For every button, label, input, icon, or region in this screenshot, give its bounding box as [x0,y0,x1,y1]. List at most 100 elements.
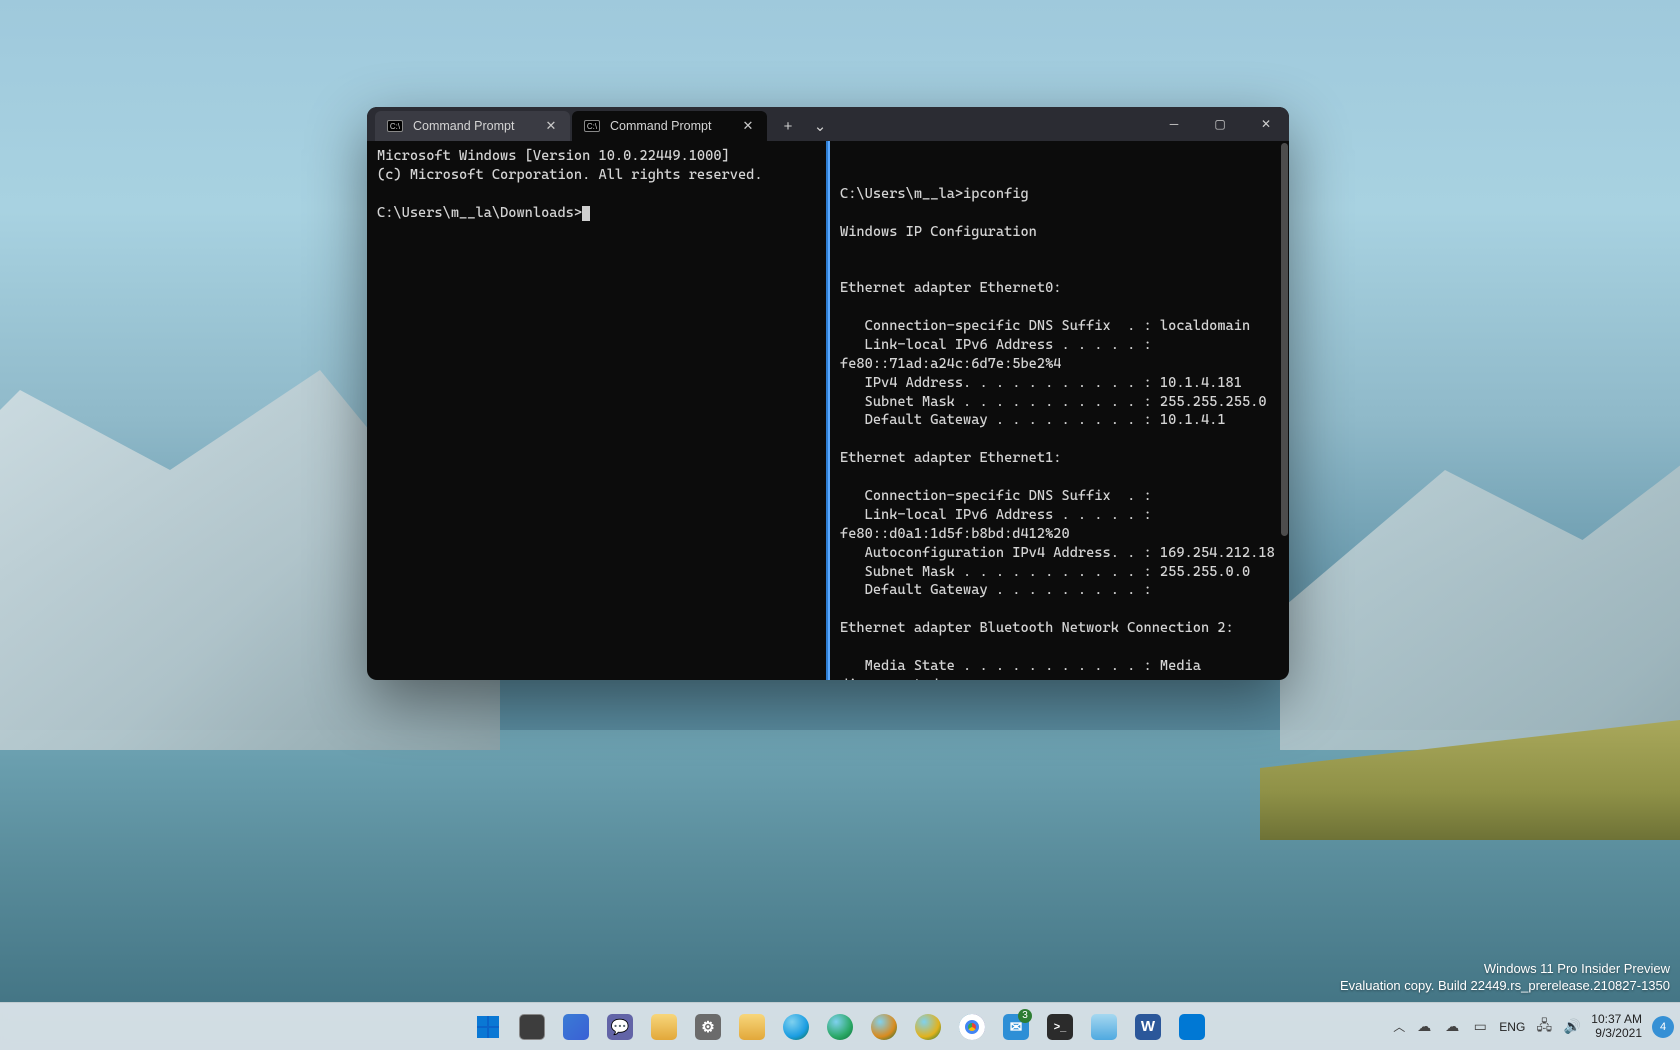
new-tab-button[interactable]: + [773,112,803,140]
terminal-pane-right[interactable]: C:\Users\m__la>ipconfig Windows IP Confi… [828,141,1289,680]
terminal-line: Link-local IPv6 Address . . . . . : fe80… [840,506,1279,544]
desktop-watermark: Windows 11 Pro Insider Preview Evaluatio… [1340,960,1670,995]
terminal-line: Subnet Mask . . . . . . . . . . . : 255.… [840,563,1279,582]
vscode-icon [1179,1014,1205,1040]
taskbar-item-notepad[interactable] [1084,1007,1124,1047]
badge: 3 [1018,1009,1032,1023]
terminal-line [377,185,816,204]
network-icon[interactable]: 🖧 [1535,1015,1553,1039]
terminal-line: Microsoft Windows [Version 10.0.22449.10… [377,147,816,166]
terminal-line: Connection-specific DNS Suffix . : [840,487,1279,506]
cmd-icon: C:\ [387,120,403,132]
scrollbar[interactable] [1281,143,1288,680]
tab-title: Command Prompt [610,119,729,133]
taskbar-item-edge-canary[interactable] [908,1007,948,1047]
edge-beta-icon [827,1014,853,1040]
taskbar-item-widgets[interactable] [556,1007,596,1047]
terminal-line [840,638,1279,657]
terminal-line [840,241,1279,260]
widgets-icon [563,1014,589,1040]
taskbar-item-task-view[interactable] [512,1007,552,1047]
terminal-line: Ethernet adapter Ethernet0: [840,279,1279,298]
terminal-line: Media State . . . . . . . . . . . : Medi… [840,657,1279,680]
terminal-icon: >_ [1047,1014,1073,1040]
taskbar-item-security[interactable] [732,1007,772,1047]
chrome-icon [959,1014,985,1040]
terminal-line: Autoconfiguration IPv4 Address. . : 169.… [840,544,1279,563]
terminal-line: (c) Microsoft Corporation. All rights re… [377,166,816,185]
taskbar-center: 💬 ⚙ ✉3 >_ W [468,1007,1212,1047]
terminal-line [840,600,1279,619]
terminal-line [840,298,1279,317]
security-icon [739,1014,765,1040]
terminal-line: Ethernet adapter Ethernet1: [840,449,1279,468]
terminal-line: C:\Users\m__la>ipconfig [840,185,1279,204]
terminal-window: C:\ Command Prompt ✕ C:\ Command Prompt … [367,107,1289,680]
terminal-line: Default Gateway . . . . . . . . . : [840,581,1279,600]
close-button[interactable]: ✕ [1243,107,1289,141]
taskbar-item-edge-dev[interactable] [864,1007,904,1047]
clock[interactable]: 10:37 AM 9/3/2021 [1591,1013,1642,1041]
edge-dev-icon [871,1014,897,1040]
maximize-button[interactable]: ▢ [1197,107,1243,141]
terminal-line: Windows IP Configuration [840,223,1279,242]
taskbar-item-file-explorer[interactable] [644,1007,684,1047]
taskbar-item-word[interactable]: W [1128,1007,1168,1047]
tray-overflow-button[interactable]: ︿ [1393,1018,1405,1035]
terminal-line: Default Gateway . . . . . . . . . : 10.1… [840,411,1279,430]
terminal-line [840,260,1279,279]
watermark-line2: Evaluation copy. Build 22449.rs_prerelea… [1340,977,1670,995]
volume-icon[interactable]: 🔊 [1563,1018,1581,1035]
terminal-line [840,204,1279,223]
taskbar-item-start[interactable] [468,1007,508,1047]
titlebar[interactable]: C:\ Command Prompt ✕ C:\ Command Prompt … [367,107,1289,141]
taskbar-item-terminal[interactable]: >_ [1040,1007,1080,1047]
word-icon: W [1135,1014,1161,1040]
terminal-pane-left[interactable]: Microsoft Windows [Version 10.0.22449.10… [367,141,828,680]
taskbar: 💬 ⚙ ✉3 >_ W ︿ ☁ ☁ ▭ ENG 🖧 🔊 10:37 AM 9/3/202… [0,1002,1680,1050]
scrollbar-thumb[interactable] [1281,143,1288,536]
taskbar-item-edge[interactable] [776,1007,816,1047]
watermark-line1: Windows 11 Pro Insider Preview [1340,960,1670,978]
settings-icon: ⚙ [695,1014,721,1040]
notifications-count: 4 [1660,1021,1666,1033]
chat-icon: 💬 [607,1014,633,1040]
tab-title: Command Prompt [413,119,532,133]
taskbar-item-chrome[interactable] [952,1007,992,1047]
meet-now-icon[interactable]: ▭ [1471,1018,1489,1035]
edge-canary-icon [915,1014,941,1040]
onedrive-icon[interactable]: ☁ [1415,1018,1433,1035]
tab-close-button[interactable]: ✕ [739,117,757,135]
task-view-icon [519,1014,545,1040]
terminal-line: Connection-specific DNS Suffix . : local… [840,317,1279,336]
onedrive2-icon[interactable]: ☁ [1443,1018,1461,1035]
clock-time: 10:37 AM [1591,1013,1642,1027]
taskbar-item-mail[interactable]: ✉3 [996,1007,1036,1047]
notepad-icon [1091,1014,1117,1040]
split-panes: Microsoft Windows [Version 10.0.22449.10… [367,141,1289,680]
minimize-button[interactable]: ─ [1151,107,1197,141]
taskbar-item-edge-beta[interactable] [820,1007,860,1047]
taskbar-item-vscode[interactable] [1172,1007,1212,1047]
terminal-line: Ethernet adapter Bluetooth Network Conne… [840,619,1279,638]
file-explorer-icon [651,1014,677,1040]
tab-close-button[interactable]: ✕ [542,117,560,135]
terminal-line [840,468,1279,487]
language-indicator[interactable]: ENG [1499,1020,1525,1034]
clock-date: 9/3/2021 [1591,1027,1642,1041]
notifications-button[interactable]: 4 [1652,1016,1674,1038]
terminal-line: IPv4 Address. . . . . . . . . . . : 10.1… [840,374,1279,393]
tab-command-prompt-1[interactable]: C:\ Command Prompt ✕ [375,111,570,141]
cursor [582,206,590,221]
taskbar-item-settings[interactable]: ⚙ [688,1007,728,1047]
tab-command-prompt-2[interactable]: C:\ Command Prompt ✕ [572,111,767,141]
tab-dropdown-button[interactable]: ⌄ [805,112,835,140]
terminal-line: Subnet Mask . . . . . . . . . . . : 255.… [840,393,1279,412]
terminal-line [840,430,1279,449]
edge-icon [783,1014,809,1040]
terminal-line: C:\Users\m__la\Downloads> [377,204,816,223]
cmd-icon: C:\ [584,120,600,132]
taskbar-item-chat[interactable]: 💬 [600,1007,640,1047]
terminal-line: Link-local IPv6 Address . . . . . : fe80… [840,336,1279,374]
start-icon [475,1014,501,1040]
